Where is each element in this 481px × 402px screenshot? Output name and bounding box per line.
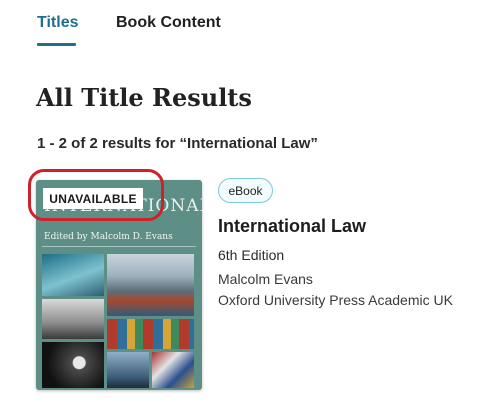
cover-photo-trees — [42, 299, 104, 339]
active-tab-indicator — [37, 43, 76, 46]
cover-editor: Edited by Malcolm D. Evans — [44, 232, 173, 242]
tab-titles[interactable]: Titles — [37, 14, 79, 32]
book-title-link[interactable]: International Law — [218, 216, 366, 237]
page-title: All Title Results — [36, 83, 252, 112]
book-author: Malcolm Evans — [218, 271, 313, 287]
book-publisher: Oxford University Press Academic UK — [218, 292, 453, 308]
cover-photo-flags — [152, 352, 194, 388]
book-edition: 6th Edition — [218, 247, 285, 263]
cover-photo-people-silhouette — [107, 352, 149, 388]
cover-photo-shipping-cranes — [107, 254, 194, 316]
tab-book-content[interactable]: Book Content — [116, 14, 221, 32]
cover-photo-collage — [42, 254, 194, 388]
cover-photo-containers — [107, 319, 194, 349]
cover-divider — [42, 246, 196, 247]
format-badge: eBook — [218, 178, 273, 203]
cover-photo-underwater — [42, 254, 104, 296]
cover-photo-satellite — [42, 342, 104, 388]
results-summary: 1 - 2 of 2 results for “International La… — [37, 135, 318, 152]
highlight-annotation — [28, 169, 164, 221]
results-tabs: Titles Book Content — [0, 0, 481, 50]
